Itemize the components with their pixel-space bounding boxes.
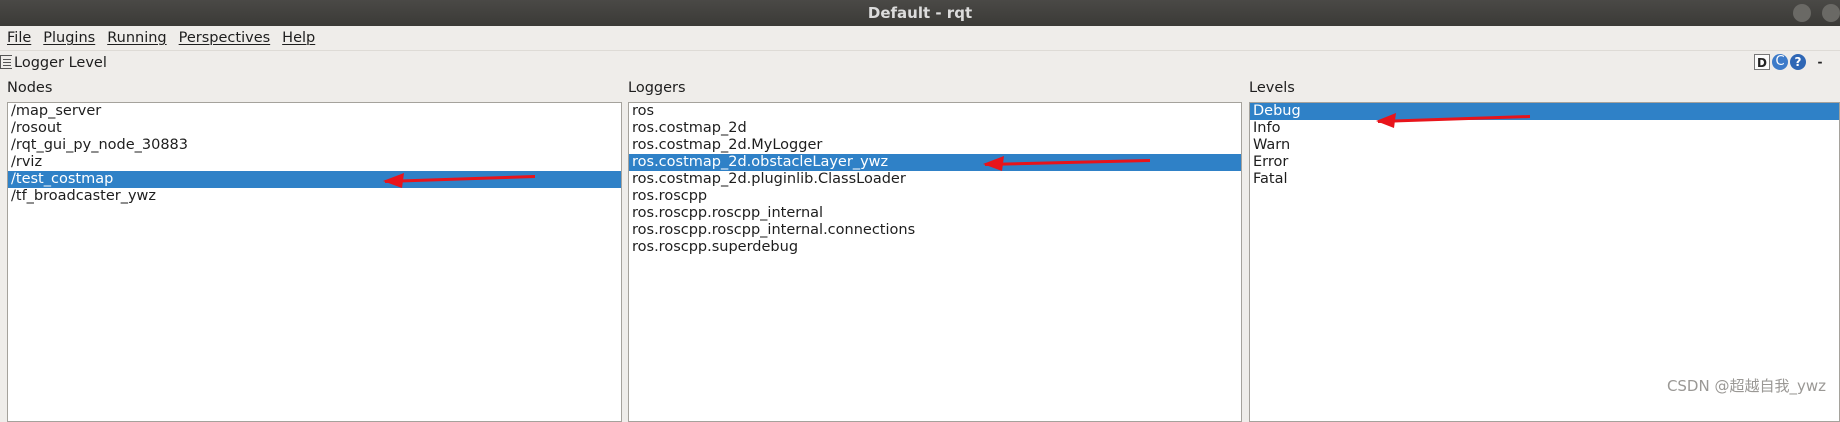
node-item[interactable]: /rqt_gui_py_node_30883 bbox=[8, 137, 621, 154]
menu-file[interactable]: File bbox=[0, 26, 37, 50]
level-item[interactable]: Info bbox=[1250, 120, 1839, 137]
menu-perspectives[interactable]: Perspectives bbox=[173, 26, 277, 50]
levels-list[interactable]: Debug Info Warn Error Fatal bbox=[1249, 102, 1840, 422]
nodes-label: Nodes bbox=[7, 80, 53, 96]
logger-item[interactable]: ros.roscpp.roscpp_internal bbox=[629, 205, 1241, 222]
level-item[interactable]: Debug bbox=[1250, 103, 1839, 120]
window-controls bbox=[1787, 4, 1840, 22]
menu-help[interactable]: Help bbox=[276, 26, 321, 50]
node-item[interactable]: /rosout bbox=[8, 120, 621, 137]
plugin-title: Logger Level bbox=[14, 55, 107, 71]
logger-item[interactable]: ros.costmap_2d.obstacleLayer_ywz bbox=[629, 154, 1241, 171]
levels-label: Levels bbox=[1249, 80, 1295, 96]
logger-item[interactable]: ros.costmap_2d bbox=[629, 120, 1241, 137]
help-icon[interactable]: ? bbox=[1790, 54, 1806, 70]
node-item[interactable]: /rviz bbox=[8, 154, 621, 171]
minimize-button[interactable]: - bbox=[1814, 54, 1826, 70]
logger-item[interactable]: ros.roscpp.superdebug bbox=[629, 239, 1241, 256]
watermark: CSDN @超越自我_ywz bbox=[1666, 377, 1826, 395]
loggers-label: Loggers bbox=[628, 80, 686, 96]
dock-button[interactable]: D bbox=[1754, 54, 1770, 70]
window-minimize-button[interactable] bbox=[1792, 4, 1811, 22]
logger-item[interactable]: ros.costmap_2d.MyLogger bbox=[629, 137, 1241, 154]
logger-item[interactable]: ros.roscpp bbox=[629, 188, 1241, 205]
node-item[interactable]: /tf_broadcaster_ywz bbox=[8, 188, 621, 205]
list-icon bbox=[0, 55, 12, 69]
nodes-list[interactable]: /map_server /rosout /rqt_gui_py_node_308… bbox=[7, 102, 622, 422]
plugin-header: Logger Level D C? - bbox=[0, 51, 1840, 75]
level-item[interactable]: Warn bbox=[1250, 137, 1839, 154]
plugin-controls: D C? - bbox=[1752, 54, 1826, 72]
window-close-button[interactable] bbox=[1822, 4, 1840, 22]
logger-item[interactable]: ros.roscpp.roscpp_internal.connections bbox=[629, 222, 1241, 239]
menu-plugins[interactable]: Plugins bbox=[37, 26, 101, 50]
menu-bar: File Plugins Running Perspectives Help bbox=[0, 26, 1840, 51]
node-item[interactable]: /test_costmap bbox=[8, 171, 621, 188]
logger-item[interactable]: ros bbox=[629, 103, 1241, 120]
loggers-list[interactable]: ros ros.costmap_2d ros.costmap_2d.MyLogg… bbox=[628, 102, 1242, 422]
title-bar: Default - rqt bbox=[0, 0, 1840, 26]
reload-icon[interactable]: C bbox=[1772, 54, 1788, 70]
level-item[interactable]: Fatal bbox=[1250, 171, 1839, 188]
menu-running[interactable]: Running bbox=[101, 26, 172, 50]
logger-item[interactable]: ros.costmap_2d.pluginlib.ClassLoader bbox=[629, 171, 1241, 188]
node-item[interactable]: /map_server bbox=[8, 103, 621, 120]
window-title: Default - rqt bbox=[867, 4, 973, 22]
level-item[interactable]: Error bbox=[1250, 154, 1839, 171]
